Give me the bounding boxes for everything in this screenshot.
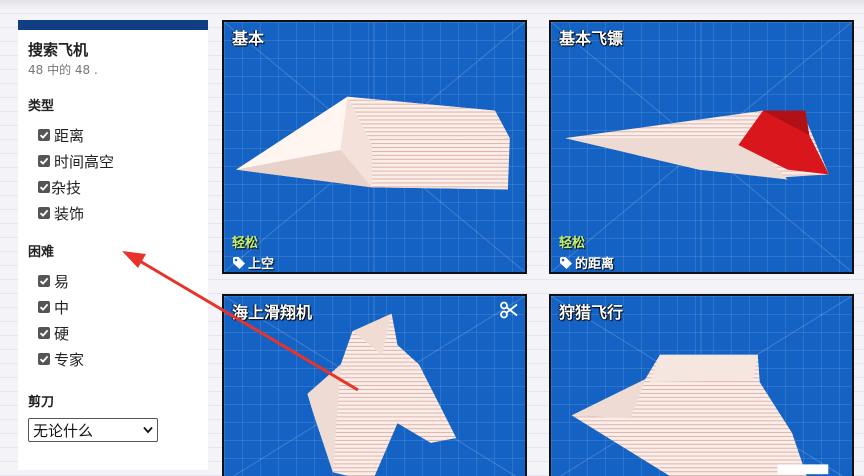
difficulty-label: 轻松 [559,236,586,251]
option-label: 硬 [54,324,70,343]
difficulty-option-expert[interactable]: 专家 [28,346,198,372]
category-tag: 的距离 [559,253,614,272]
checkbox[interactable] [38,207,50,219]
plane-card-basic[interactable]: 基本 轻松 上空 [222,20,527,274]
type-option-decorative[interactable]: 装饰 [28,200,198,226]
plane-card-basic-dart[interactable]: 基本飞镖 轻松 的距离 [549,20,854,274]
scissors-icon [500,301,518,319]
top-shadow [0,0,864,10]
tag-icon [233,256,245,269]
scissors-heading: 剪刀 [28,395,55,410]
checkbox[interactable] [38,301,50,313]
result-count: 48 中的 48 . [28,63,98,77]
checkbox[interactable] [38,327,50,339]
checkbox[interactable] [38,275,50,287]
checkbox[interactable] [38,129,50,141]
checkbox[interactable] [38,353,50,365]
filter-sidebar: 搜索飞机 48 中的 48 . 类型 距离 时间高空 杂技 装饰 困难 易 中 [18,20,208,470]
category-tag: 上空 [232,253,274,272]
option-label: 杂技 [51,178,82,197]
plane-image-basic-dart [565,110,829,180]
card-title: 海上滑翔机 [232,303,313,322]
select-value: 无论什么 [33,421,94,440]
scissors-select[interactable]: 无论什么 [28,418,158,442]
difficulty-heading: 困难 [28,245,55,260]
checkbox[interactable] [38,155,50,167]
option-label: 中 [54,298,70,317]
option-label: 时间高空 [54,152,115,171]
plane-card-sea-glider[interactable]: 海上滑翔机 [222,294,527,476]
difficulty-label: 轻松 [232,236,259,251]
option-label: 专家 [54,350,85,369]
plane-card-hunting-flight[interactable]: 狩猎飞行 [549,294,854,476]
tag-icon [560,256,572,269]
checkbox[interactable] [38,181,50,193]
plane-image-basic [236,96,510,190]
type-option-time-aloft[interactable]: 时间高空 [28,148,198,174]
tag-label: 上空 [248,257,275,272]
plane-image-hunting-flight [571,354,829,476]
type-heading: 类型 [28,99,55,114]
card-title: 狩猎飞行 [559,303,624,322]
chevron-down-icon [143,426,153,434]
plane-image-sea-glider [307,313,457,476]
difficulty-option-easy[interactable]: 易 [28,268,198,294]
card-title: 基本 [232,29,265,48]
option-label: 装饰 [54,204,85,223]
tag-label: 的距离 [575,257,615,272]
card-title: 基本飞镖 [559,29,624,48]
sidebar-title: 搜索飞机 [28,41,89,59]
option-label: 距离 [54,126,85,145]
type-option-acrobatic[interactable]: 杂技 [28,174,198,200]
difficulty-option-medium[interactable]: 中 [28,294,198,320]
option-label: 易 [54,272,70,291]
difficulty-option-hard[interactable]: 硬 [28,320,198,346]
type-option-distance[interactable]: 距离 [28,122,198,148]
